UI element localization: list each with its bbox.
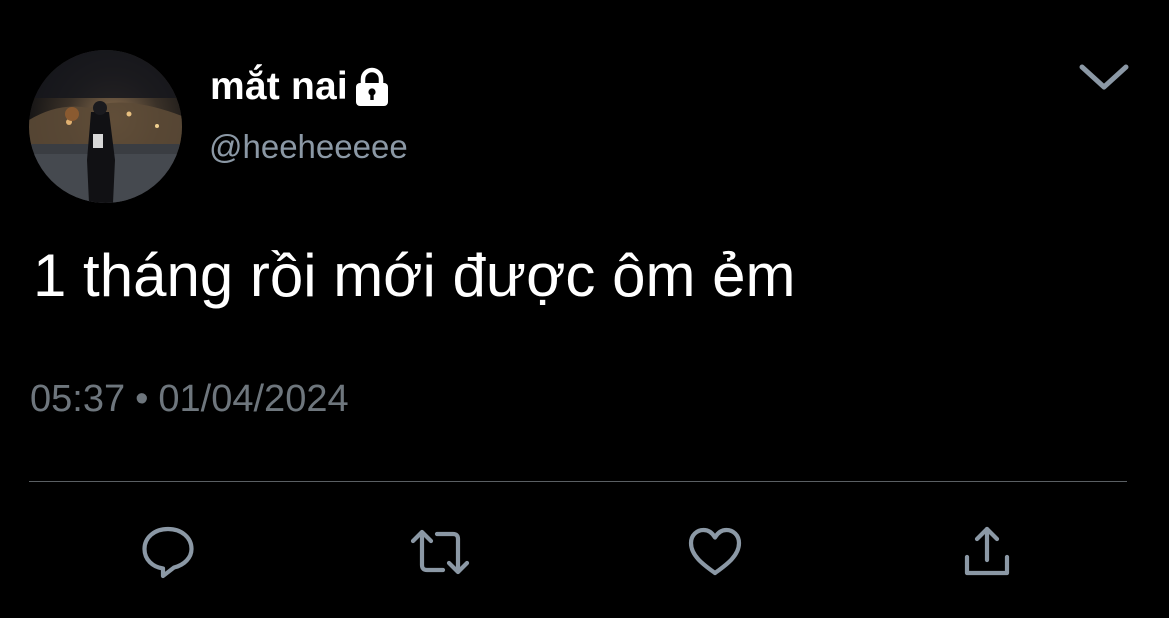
reply-button[interactable]: [136, 522, 200, 582]
divider: [29, 481, 1127, 482]
like-button[interactable]: [683, 522, 747, 582]
share-button[interactable]: [955, 522, 1019, 582]
tweet-text: 1 tháng rồi mới được ôm ẻm: [33, 242, 796, 309]
display-name-row: mắt nai: [210, 62, 394, 112]
share-icon: [958, 523, 1016, 581]
tweet-time: 05:37: [30, 378, 126, 420]
timestamp[interactable]: 05:37 • 01/04/2024: [30, 378, 349, 421]
timestamp-separator: •: [135, 378, 149, 420]
tweet-date: 01/04/2024: [158, 378, 349, 420]
display-name[interactable]: mắt nai: [210, 65, 348, 109]
avatar-photo: [29, 50, 182, 203]
chevron-down-icon[interactable]: [1076, 58, 1132, 96]
retweet-button[interactable]: [408, 522, 472, 582]
reply-icon: [139, 523, 197, 581]
heart-icon: [686, 525, 744, 579]
tweet-card: mắt nai @heeheeeee 1 tháng rồi mới được …: [0, 0, 1169, 618]
retweet-icon: [409, 523, 471, 581]
username[interactable]: @heeheeeee: [209, 128, 408, 166]
avatar[interactable]: [29, 50, 182, 203]
lock-icon: [350, 65, 394, 109]
